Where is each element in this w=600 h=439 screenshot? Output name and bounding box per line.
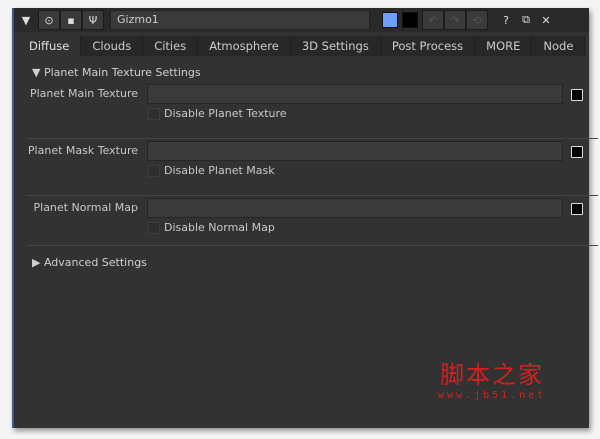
tab-post-process[interactable]: Post Process <box>380 36 476 56</box>
wrench-icon[interactable]: Ψ <box>82 10 104 30</box>
collapsed-triangle-icon: ▶ <box>32 256 44 269</box>
divider <box>26 245 598 246</box>
tab-node[interactable]: Node <box>532 36 586 56</box>
file-browse-icon[interactable] <box>571 89 583 101</box>
redo-icon[interactable]: ↷ <box>444 10 466 30</box>
divider <box>26 138 598 139</box>
disable-planet-mask-checkbox[interactable] <box>148 165 160 177</box>
file-browse-icon[interactable] <box>571 146 583 158</box>
tab-cities[interactable]: Cities <box>143 36 199 56</box>
section-planet-main-texture[interactable]: ▼ Planet Main Texture Settings <box>32 66 201 79</box>
planet-main-texture-label: Planet Main Texture <box>29 87 138 100</box>
title-bar: ▼ ⊙ ▪ Ψ Gizmo1 ↶ ↷ ⟲ ? ⧉ ✕ <box>14 8 589 32</box>
node-name-input[interactable]: Gizmo1 <box>110 10 370 30</box>
color-swatch-black[interactable] <box>402 12 418 28</box>
color-swatch-blue[interactable] <box>382 12 398 28</box>
disable-normal-map-checkbox[interactable] <box>148 222 160 234</box>
tab-clouds[interactable]: Clouds <box>81 36 144 56</box>
help-icon[interactable]: ? <box>496 11 516 29</box>
planet-mask-texture-input[interactable] <box>147 141 563 161</box>
expanded-triangle-icon: ▼ <box>32 66 44 79</box>
tab-diffuse[interactable]: Diffuse <box>18 36 82 56</box>
collapse-triangle-icon[interactable]: ▼ <box>16 11 36 29</box>
divider <box>26 195 598 196</box>
disable-planet-mask-label: Disable Planet Mask <box>164 164 275 177</box>
watermark-logo: 脚本之家 www.jb51.net <box>438 361 547 401</box>
planet-main-texture-input[interactable] <box>147 84 563 104</box>
close-icon[interactable]: ✕ <box>536 11 556 29</box>
file-browse-icon[interactable] <box>571 203 583 215</box>
tab-3d-settings[interactable]: 3D Settings <box>290 36 381 56</box>
disable-planet-texture-checkbox[interactable] <box>148 108 160 120</box>
planet-normal-map-label: Planet Normal Map <box>33 201 139 214</box>
tab-more[interactable]: MORE <box>475 36 533 56</box>
tab-bar: Diffuse Clouds Cities Atmosphere 3D Sett… <box>18 36 586 56</box>
disable-normal-map-label: Disable Normal Map <box>164 221 275 234</box>
planet-mask-texture-label: Planet Mask Texture <box>27 144 138 157</box>
section-advanced-settings[interactable]: ▶ Advanced Settings <box>32 256 147 269</box>
center-node-icon[interactable]: ⊙ <box>38 10 60 30</box>
undo-icon[interactable]: ↶ <box>422 10 444 30</box>
revert-icon[interactable]: ⟲ <box>466 10 488 30</box>
disable-planet-texture-label: Disable Planet Texture <box>164 107 287 120</box>
planet-normal-map-input[interactable] <box>147 198 563 218</box>
float-icon[interactable]: ⧉ <box>516 11 536 29</box>
tab-atmosphere[interactable]: Atmosphere <box>198 36 291 56</box>
node-icon[interactable]: ▪ <box>60 10 82 30</box>
